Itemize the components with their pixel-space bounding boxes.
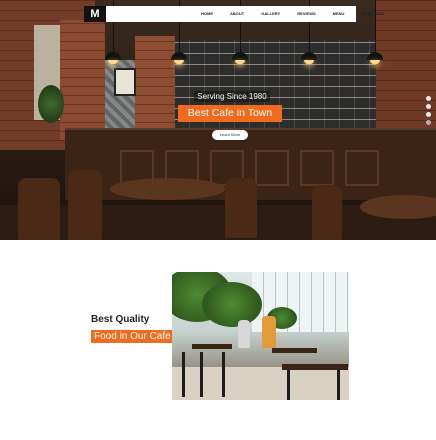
table (272, 348, 317, 353)
chair (312, 185, 342, 240)
slider-dot[interactable] (426, 96, 431, 101)
chair (225, 178, 257, 238)
photo-floor (172, 367, 349, 400)
person (238, 320, 250, 348)
slider-dot-active[interactable] (426, 120, 431, 125)
person (262, 316, 276, 348)
bar-stool (222, 352, 225, 397)
plant (38, 85, 64, 123)
counter-panel (255, 150, 289, 186)
slider-dot[interactable] (426, 112, 431, 117)
nav-item-home[interactable]: HOME (201, 6, 213, 22)
brick-column (60, 20, 105, 140)
nav-item-reviews[interactable]: REVIEWS (297, 6, 315, 22)
brick-pillar (135, 36, 175, 131)
chair (68, 170, 102, 240)
nav-item-about[interactable]: ABOUT (230, 6, 244, 22)
table-leg (337, 370, 340, 400)
slider-dots (426, 96, 432, 128)
table-leg (287, 370, 290, 400)
counter-panel (345, 150, 379, 186)
round-table (110, 178, 225, 200)
feature-line-1: Best Quality (91, 314, 150, 325)
picture-frame (114, 68, 136, 96)
feature-line-2: Food in Our Cafe (91, 330, 174, 343)
counter-panel (300, 150, 334, 186)
bar-stool (182, 352, 185, 397)
cafe-interior-photo (172, 272, 349, 400)
feature-heading: Best Quality Food in Our Cafe (91, 314, 174, 344)
nav-item-gallery[interactable]: GALLERY (261, 6, 280, 22)
chair (18, 178, 60, 240)
hero-title: Best Cafe in Town (178, 105, 282, 122)
nav-menu: HOME ABOUT GALLERY REVIEWS MENU BOOK NOW (201, 6, 401, 22)
logo-icon[interactable]: M (84, 6, 106, 22)
nav-item-menu[interactable]: MENU (333, 6, 345, 22)
pendant-lamp-icon (105, 52, 121, 60)
hero-subtitle: Serving Since 1980 (194, 91, 270, 102)
tree-foliage (202, 282, 262, 327)
table (192, 344, 232, 349)
navbar: M HOME ABOUT GALLERY REVIEWS MENU BOOK N… (84, 6, 384, 22)
hero-banner: M HOME ABOUT GALLERY REVIEWS MENU BOOK N… (0, 0, 436, 240)
learn-more-button[interactable]: Learn More (212, 130, 248, 140)
nav-item-book-now[interactable]: BOOK NOW (361, 6, 384, 22)
slider-dot[interactable] (426, 104, 431, 109)
bar-stool (200, 352, 203, 397)
